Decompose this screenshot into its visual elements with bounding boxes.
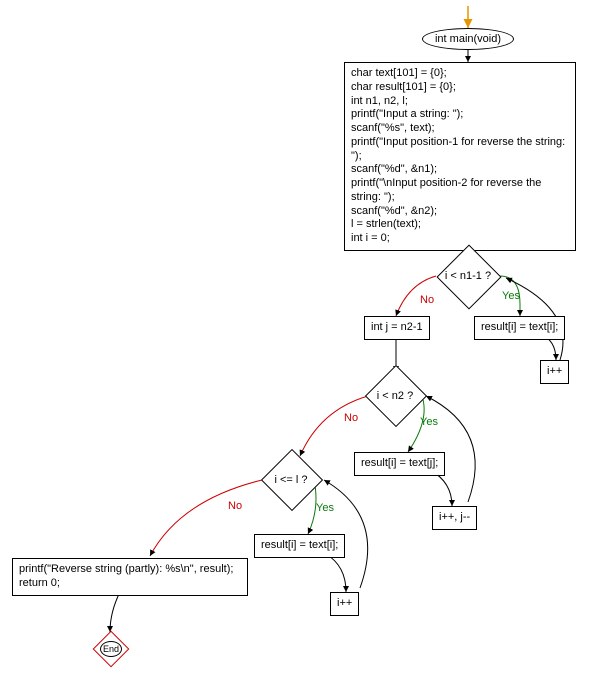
cond2-label: i < n2 ? (362, 372, 428, 420)
final-line: return 0; (19, 577, 241, 591)
init-line: char result[101] = {0}; (351, 81, 569, 95)
start-label: int main(void) (435, 33, 501, 45)
cond1-label: i < n1-1 ? (432, 252, 504, 300)
end-label: End (100, 641, 122, 657)
body2-node: result[i] = text[j]; (354, 452, 445, 476)
cond1-yes-label: Yes (502, 290, 520, 302)
step3-label: i++ (337, 597, 352, 609)
cond2-diamond: i < n2 ? (362, 372, 428, 420)
step1-node: i++ (540, 360, 569, 384)
init-line: scanf("%s", text); (351, 122, 569, 136)
init-line: scanf("%d", &n2); (351, 205, 569, 219)
step3-node: i++ (330, 592, 359, 616)
init-line: printf("\nInput position-2 for reverse t… (351, 177, 569, 205)
cond1-diamond: i < n1-1 ? (432, 252, 504, 300)
cond2-no-label: No (344, 412, 358, 424)
cond3-yes-label: Yes (316, 502, 334, 514)
cond3-diamond: i <= l ? (258, 456, 324, 504)
init-line: l = strlen(text); (351, 218, 569, 232)
after1-label: int j = n2-1 (371, 321, 423, 333)
init-line: scanf("%d", &n1); (351, 163, 569, 177)
cond3-no-label: No (228, 500, 242, 512)
body1-label: result[i] = text[i]; (481, 321, 558, 333)
body2-label: result[i] = text[j]; (361, 457, 438, 469)
cond3-label: i <= l ? (258, 456, 324, 504)
step1-label: i++ (547, 365, 562, 377)
init-line: char text[101] = {0}; (351, 67, 569, 81)
cond1-no-label: No (420, 294, 434, 306)
body1-node: result[i] = text[i]; (474, 316, 565, 340)
body3-node: result[i] = text[i]; (254, 534, 345, 558)
init-line: printf("Input position-1 for reverse the… (351, 136, 569, 164)
cond2-yes-label: Yes (420, 416, 438, 428)
init-line: int n1, n2, l; (351, 95, 569, 109)
init-line: int i = 0; (351, 232, 569, 246)
end-node: End (98, 636, 124, 662)
step2-label: i++, j-- (439, 511, 470, 523)
init-line: printf("Input a string: "); (351, 108, 569, 122)
init-block: char text[101] = {0}; char result[101] =… (344, 62, 576, 251)
after1-node: int j = n2-1 (364, 316, 430, 340)
step2-node: i++, j-- (432, 506, 477, 530)
start-node: int main(void) (422, 28, 514, 50)
final-line: printf("Reverse string (partly): %s\n", … (19, 563, 241, 577)
body3-label: result[i] = text[i]; (261, 539, 338, 551)
final-block: printf("Reverse string (partly): %s\n", … (12, 558, 248, 596)
